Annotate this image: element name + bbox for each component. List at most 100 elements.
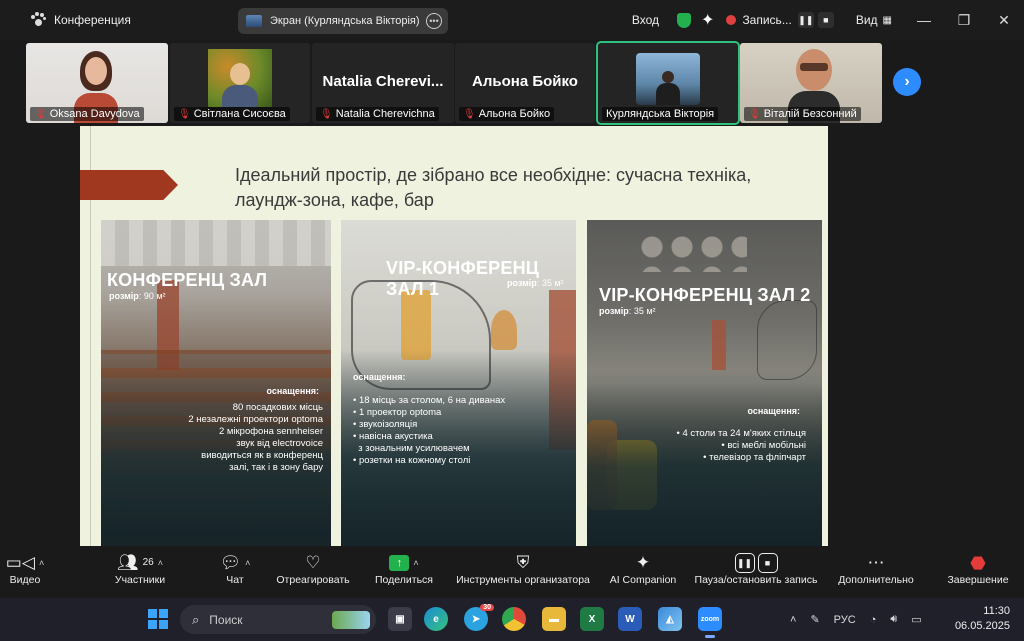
wifi-icon[interactable]: ◔ [870, 614, 877, 626]
pause-recording-icon[interactable]: ❚❚ [797, 12, 814, 28]
telegram-icon[interactable]: ➤ 30 [464, 604, 494, 631]
share-label: Поделиться [375, 574, 433, 586]
language-indicator[interactable]: РУС [834, 614, 856, 626]
photos-icon[interactable]: ◭ [658, 607, 682, 631]
clock[interactable]: 11:30 06.05.2025 [955, 604, 1010, 634]
telegram-badge: 30 [480, 604, 494, 611]
app-name: Конференция [54, 13, 131, 27]
participant-tile[interactable]: 🎙︎ Світлана Сисоєва [170, 43, 310, 123]
participant-tile[interactable]: Альона Бойко 🎙︎ Альона Бойко [455, 43, 595, 123]
system-tray: ˄ ✎ РУС ◔ 🔊︎ ▭ [790, 598, 922, 641]
participant-big-name: Natalia Cherevi... [322, 73, 444, 90]
restore-icon[interactable]: ❐ [944, 12, 984, 29]
panel-size: розмір: 35 м² [599, 306, 656, 316]
volume-icon[interactable]: 🔊︎ [890, 613, 897, 626]
pen-icon[interactable]: ✎ [810, 613, 819, 626]
chevron-up-icon[interactable]: ˄ [158, 552, 163, 574]
pause-record-button[interactable]: ❚❚ ■ Пауза/остановить запись [690, 552, 822, 586]
clock-time: 11:30 [983, 605, 1010, 617]
share-screen-icon: ↑ [389, 555, 410, 571]
participants-count: 26 [142, 557, 154, 568]
react-button[interactable]: ♡ Отреагировать [272, 552, 354, 586]
paw-icon [30, 12, 46, 28]
ai-companion-label: AI Companion [609, 574, 677, 586]
participants-button[interactable]: 👥︎ 26 ˄ Участники [100, 552, 180, 586]
screen-share-pill[interactable]: Экран (Курляндська Вікторія) ••• [238, 8, 448, 34]
more-options-icon[interactable]: ••• [426, 13, 442, 29]
list-item: з зональним усилювачем [358, 443, 470, 454]
battery-icon[interactable]: ▭ [911, 613, 921, 626]
mic-muted-icon: 🎙︎ [178, 108, 191, 120]
taskbar-search[interactable]: ⌕ Поиск [180, 605, 376, 634]
clock-date: 06.05.2025 [954, 620, 1010, 632]
participant-name: 🎙︎ Альона Бойко [459, 107, 555, 121]
react-label: Отреагировать [276, 574, 350, 586]
participant-tile-active[interactable]: Курляндська Вікторія [596, 41, 740, 125]
task-view-icon[interactable]: ▣ [388, 607, 412, 631]
excel-icon[interactable]: X [580, 607, 604, 631]
chevron-up-icon[interactable]: ˄ [245, 552, 250, 574]
minimize-icon[interactable]: — [904, 12, 944, 28]
participants-label: Участники [114, 574, 166, 586]
participant-tile[interactable]: 🎙︎ Oksana Davydova [26, 43, 168, 123]
search-placeholder: Поиск [209, 612, 243, 627]
recording-indicator: Запись... [726, 13, 792, 27]
host-tools-button[interactable]: ⛨ Инструменты организатора [452, 552, 594, 586]
security-shield-icon[interactable] [677, 12, 692, 28]
pause-icon: ❚❚ [734, 553, 755, 573]
participant-name: 🎙︎ Віталій Безсонний [744, 107, 861, 121]
chevron-up-icon[interactable]: ˄ [413, 552, 418, 574]
list-item: • 4 столи та 24 м'яких стільця [676, 428, 806, 439]
ai-sparkle-icon: ✦ [635, 553, 651, 572]
view-menu[interactable]: Вид ▦ [856, 13, 892, 27]
edge-browser-icon[interactable]: e [424, 607, 448, 631]
list-item: • розетки на кожному столі [353, 455, 471, 466]
more-button[interactable]: ⋯ Дополнительно [834, 552, 918, 586]
heart-icon: ♡ [305, 553, 321, 572]
video-button[interactable]: ▭◁ ˄ Видео [0, 552, 50, 586]
file-explorer-icon[interactable]: ▬ [542, 607, 566, 631]
participant-tile[interactable]: 🎙︎ Віталій Безсонний [740, 43, 882, 123]
share-button[interactable]: ↑ ˄ Поделиться [368, 552, 440, 586]
list-item: 80 посадкових місць [232, 402, 323, 413]
close-icon[interactable]: ✕ [984, 12, 1024, 29]
equipment-heading: оснащення: [353, 372, 406, 382]
list-item: 2 незалежні проектори optoma [188, 414, 323, 425]
shared-screen: Ідеальний простір, де зібрано все необхі… [0, 126, 1024, 546]
equipment-list: 80 посадкових місць 2 незалежні проектор… [188, 402, 323, 474]
search-icon: ⌕ [192, 611, 200, 627]
participant-name: Курляндська Вікторія [602, 107, 719, 121]
chevron-up-icon[interactable]: ˄ [790, 614, 796, 626]
list-item: • 1 проектор optoma [353, 407, 442, 418]
window-titlebar: Конференция Экран (Курляндська Вікторія)… [0, 0, 1024, 40]
meeting-toolbar: ▭◁ ˄ Видео 👥︎ 26 ˄ Участники 💬︎ ˄ Чат ♡ Отре… [0, 546, 1024, 598]
participants-icon: 👥︎ [117, 553, 139, 572]
list-item: виводиться як в конференц [201, 450, 323, 461]
windows-start-icon[interactable] [148, 609, 168, 629]
slide-arrow-decoration [80, 170, 178, 200]
pause-record-label: Пауза/остановить запись [694, 574, 818, 586]
list-item: • навісна акустика [353, 431, 433, 442]
zoom-app-icon[interactable]: zoom [698, 607, 722, 638]
video-label: Видео [9, 574, 41, 586]
ai-companion-button[interactable]: ✦ AI Companion [606, 552, 680, 586]
app-title: Конференция [30, 12, 131, 28]
panel-title: VIP-КОНФЕРЕНЦ ЗАЛ 2 [599, 285, 811, 305]
equipment-list: • 4 столи та 24 м'яких стільця • всі меб… [677, 428, 806, 464]
stop-recording-icon[interactable]: ■ [817, 12, 834, 28]
participant-tile[interactable]: Natalia Cherevi... 🎙︎ Natalia Cherevichna [312, 43, 454, 123]
room-panel-conference: КОНФЕРЕНЦ ЗАЛ розмір: 90 м² оснащення: 8… [101, 220, 331, 546]
chat-button[interactable]: 💬︎ ˄ Чат [210, 552, 260, 586]
next-page-arrow-icon[interactable]: › [893, 68, 921, 96]
end-meeting-button[interactable]: ⬣ Завершение [944, 552, 1012, 586]
panel-size: розмір: 90 м² [109, 291, 166, 301]
signin-link[interactable]: Вход [632, 13, 659, 27]
chevron-up-icon[interactable]: ˄ [39, 552, 44, 574]
mic-muted-icon: 🎙︎ [463, 108, 476, 120]
list-item: 2 мікрофона sennheiser [218, 426, 323, 437]
word-icon[interactable]: W [618, 607, 642, 631]
chrome-icon[interactable] [502, 607, 526, 631]
view-label: Вид [855, 13, 878, 27]
ai-sparkle-icon[interactable]: ✦ [701, 10, 714, 30]
search-highlight-image [332, 610, 370, 629]
